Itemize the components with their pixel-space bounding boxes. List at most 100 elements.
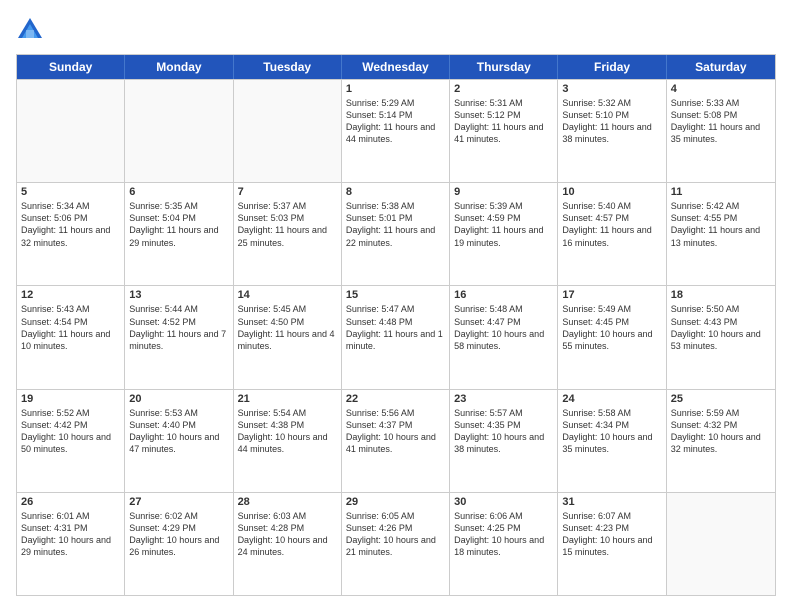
day-cell-17: 17 Sunrise: 5:49 AM Sunset: 4:45 PM Dayli… xyxy=(558,286,666,388)
day-info: Sunrise: 5:50 AM Sunset: 4:43 PM Dayligh… xyxy=(671,303,771,352)
header-day-saturday: Saturday xyxy=(667,55,775,79)
day-number: 2 xyxy=(454,83,553,95)
day-cell-27: 27 Sunrise: 6:02 AM Sunset: 4:29 PM Dayli… xyxy=(125,493,233,595)
day-cell-13: 13 Sunrise: 5:44 AM Sunset: 4:52 PM Dayli… xyxy=(125,286,233,388)
day-info: Sunrise: 6:02 AM Sunset: 4:29 PM Dayligh… xyxy=(129,510,228,559)
header-day-friday: Friday xyxy=(558,55,666,79)
calendar-header: SundayMondayTuesdayWednesdayThursdayFrid… xyxy=(17,55,775,79)
calendar-row-2: 12 Sunrise: 5:43 AM Sunset: 4:54 PM Dayli… xyxy=(17,285,775,388)
day-info: Sunrise: 5:39 AM Sunset: 4:59 PM Dayligh… xyxy=(454,200,553,249)
day-info: Sunrise: 6:05 AM Sunset: 4:26 PM Dayligh… xyxy=(346,510,445,559)
day-cell-28: 28 Sunrise: 6:03 AM Sunset: 4:28 PM Dayli… xyxy=(234,493,342,595)
day-number: 28 xyxy=(238,496,337,508)
day-number: 3 xyxy=(562,83,661,95)
day-number: 23 xyxy=(454,393,553,405)
day-info: Sunrise: 5:43 AM Sunset: 4:54 PM Dayligh… xyxy=(21,303,120,352)
day-info: Sunrise: 5:47 AM Sunset: 4:48 PM Dayligh… xyxy=(346,303,445,352)
day-info: Sunrise: 5:57 AM Sunset: 4:35 PM Dayligh… xyxy=(454,407,553,456)
day-number: 1 xyxy=(346,83,445,95)
day-cell-5: 5Sunrise: 5:34 AM Sunset: 5:06 PM Daylig… xyxy=(17,183,125,285)
day-cell-22: 22 Sunrise: 5:56 AM Sunset: 4:37 PM Dayli… xyxy=(342,390,450,492)
calendar-body: 1 Sunrise: 5:29 AM Sunset: 5:14 PM Daylig… xyxy=(17,79,775,595)
day-info: Sunrise: 5:53 AM Sunset: 4:40 PM Dayligh… xyxy=(129,407,228,456)
header-day-thursday: Thursday xyxy=(450,55,558,79)
day-cell-2: 2 Sunrise: 5:31 AM Sunset: 5:12 PM Daylig… xyxy=(450,80,558,182)
day-info: Sunrise: 5:33 AM Sunset: 5:08 PM Dayligh… xyxy=(671,97,771,146)
day-info: Sunrise: 5:42 AM Sunset: 4:55 PM Dayligh… xyxy=(671,200,771,249)
day-cell-12: 12 Sunrise: 5:43 AM Sunset: 4:54 PM Dayli… xyxy=(17,286,125,388)
day-cell-10: 10 Sunrise: 5:40 AM Sunset: 4:57 PM Dayli… xyxy=(558,183,666,285)
day-info: Sunrise: 6:03 AM Sunset: 4:28 PM Dayligh… xyxy=(238,510,337,559)
day-number: 12 xyxy=(21,289,120,301)
day-cell-3: 3 Sunrise: 5:32 AM Sunset: 5:10 PM Daylig… xyxy=(558,80,666,182)
day-info: Sunrise: 6:06 AM Sunset: 4:25 PM Dayligh… xyxy=(454,510,553,559)
day-info: Sunrise: 6:07 AM Sunset: 4:23 PM Dayligh… xyxy=(562,510,661,559)
logo xyxy=(16,16,48,44)
day-info: Sunrise: 5:35 AM Sunset: 5:04 PM Dayligh… xyxy=(129,200,228,249)
day-cell-11: 11Sunrise: 5:42 AM Sunset: 4:55 PM Dayli… xyxy=(667,183,775,285)
day-number: 17 xyxy=(562,289,661,301)
day-info: Sunrise: 5:58 AM Sunset: 4:34 PM Dayligh… xyxy=(562,407,661,456)
day-info: Sunrise: 5:40 AM Sunset: 4:57 PM Dayligh… xyxy=(562,200,661,249)
day-info: Sunrise: 5:59 AM Sunset: 4:32 PM Dayligh… xyxy=(671,407,771,456)
day-number: 29 xyxy=(346,496,445,508)
day-cell-1: 1 Sunrise: 5:29 AM Sunset: 5:14 PM Daylig… xyxy=(342,80,450,182)
calendar-row-3: 19 Sunrise: 5:52 AM Sunset: 4:42 PM Dayli… xyxy=(17,389,775,492)
day-number: 7 xyxy=(238,186,337,198)
day-info: Sunrise: 5:49 AM Sunset: 4:45 PM Dayligh… xyxy=(562,303,661,352)
day-number: 4 xyxy=(671,83,771,95)
day-number: 31 xyxy=(562,496,661,508)
day-cell-24: 24 Sunrise: 5:58 AM Sunset: 4:34 PM Dayli… xyxy=(558,390,666,492)
day-cell-30: 30 Sunrise: 6:06 AM Sunset: 4:25 PM Dayli… xyxy=(450,493,558,595)
day-info: Sunrise: 5:37 AM Sunset: 5:03 PM Dayligh… xyxy=(238,200,337,249)
day-cell-7: 7 Sunrise: 5:37 AM Sunset: 5:03 PM Daylig… xyxy=(234,183,342,285)
header xyxy=(16,16,776,44)
day-number: 21 xyxy=(238,393,337,405)
day-info: Sunrise: 5:52 AM Sunset: 4:42 PM Dayligh… xyxy=(21,407,120,456)
day-info: Sunrise: 5:31 AM Sunset: 5:12 PM Dayligh… xyxy=(454,97,553,146)
day-cell-26: 26 Sunrise: 6:01 AM Sunset: 4:31 PM Dayli… xyxy=(17,493,125,595)
day-cell-18: 18Sunrise: 5:50 AM Sunset: 4:43 PM Dayli… xyxy=(667,286,775,388)
day-cell-29: 29 Sunrise: 6:05 AM Sunset: 4:26 PM Dayli… xyxy=(342,493,450,595)
day-cell-23: 23 Sunrise: 5:57 AM Sunset: 4:35 PM Dayli… xyxy=(450,390,558,492)
day-number: 30 xyxy=(454,496,553,508)
day-cell-19: 19 Sunrise: 5:52 AM Sunset: 4:42 PM Dayli… xyxy=(17,390,125,492)
day-info: Sunrise: 5:34 AM Sunset: 5:06 PM Dayligh… xyxy=(21,200,120,249)
day-info: Sunrise: 5:48 AM Sunset: 4:47 PM Dayligh… xyxy=(454,303,553,352)
day-info: Sunrise: 5:29 AM Sunset: 5:14 PM Dayligh… xyxy=(346,97,445,146)
page: SundayMondayTuesdayWednesdayThursdayFrid… xyxy=(0,0,792,612)
calendar-row-0: 1 Sunrise: 5:29 AM Sunset: 5:14 PM Daylig… xyxy=(17,79,775,182)
day-number: 9 xyxy=(454,186,553,198)
day-cell-8: 8Sunrise: 5:38 AM Sunset: 5:01 PM Daylig… xyxy=(342,183,450,285)
day-cell-25: 25Sunrise: 5:59 AM Sunset: 4:32 PM Dayli… xyxy=(667,390,775,492)
day-number: 19 xyxy=(21,393,120,405)
day-info: Sunrise: 6:01 AM Sunset: 4:31 PM Dayligh… xyxy=(21,510,120,559)
day-number: 16 xyxy=(454,289,553,301)
day-number: 8 xyxy=(346,186,445,198)
day-number: 15 xyxy=(346,289,445,301)
day-number: 13 xyxy=(129,289,228,301)
day-cell-31: 31 Sunrise: 6:07 AM Sunset: 4:23 PM Dayli… xyxy=(558,493,666,595)
day-number: 10 xyxy=(562,186,661,198)
calendar: SundayMondayTuesdayWednesdayThursdayFrid… xyxy=(16,54,776,596)
day-number: 27 xyxy=(129,496,228,508)
day-number: 22 xyxy=(346,393,445,405)
empty-cell xyxy=(125,80,233,182)
day-info: Sunrise: 5:44 AM Sunset: 4:52 PM Dayligh… xyxy=(129,303,228,352)
day-number: 6 xyxy=(129,186,228,198)
day-cell-14: 14Sunrise: 5:45 AM Sunset: 4:50 PM Dayli… xyxy=(234,286,342,388)
day-cell-16: 16 Sunrise: 5:48 AM Sunset: 4:47 PM Dayli… xyxy=(450,286,558,388)
day-cell-4: 4 Sunrise: 5:33 AM Sunset: 5:08 PM Daylig… xyxy=(667,80,775,182)
day-number: 14 xyxy=(238,289,337,301)
calendar-row-4: 26 Sunrise: 6:01 AM Sunset: 4:31 PM Dayli… xyxy=(17,492,775,595)
header-day-sunday: Sunday xyxy=(17,55,125,79)
day-cell-9: 9 Sunrise: 5:39 AM Sunset: 4:59 PM Daylig… xyxy=(450,183,558,285)
logo-icon xyxy=(16,16,44,44)
day-number: 24 xyxy=(562,393,661,405)
header-day-tuesday: Tuesday xyxy=(234,55,342,79)
day-number: 26 xyxy=(21,496,120,508)
day-info: Sunrise: 5:56 AM Sunset: 4:37 PM Dayligh… xyxy=(346,407,445,456)
header-day-wednesday: Wednesday xyxy=(342,55,450,79)
day-cell-6: 6 Sunrise: 5:35 AM Sunset: 5:04 PM Daylig… xyxy=(125,183,233,285)
day-info: Sunrise: 5:32 AM Sunset: 5:10 PM Dayligh… xyxy=(562,97,661,146)
